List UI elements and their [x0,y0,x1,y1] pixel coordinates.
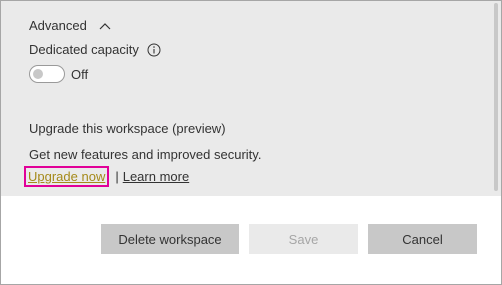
delete-workspace-button[interactable]: Delete workspace [101,224,239,254]
chevron-up-icon [99,22,111,29]
dedicated-capacity-toggle-row: Off [29,65,88,83]
advanced-label: Advanced [29,18,87,33]
workspace-settings-panel: Advanced Dedicated capacity Off Upgrade … [0,0,502,285]
scrollbar-thumb[interactable] [494,3,498,191]
upgrade-links: Upgrade now | Learn more [24,166,189,187]
advanced-toggle[interactable]: Advanced [29,18,111,33]
cancel-button[interactable]: Cancel [368,224,477,254]
upgrade-description: Get new features and improved security. [29,147,262,162]
toggle-knob [33,69,43,79]
dedicated-capacity-toggle[interactable] [29,65,65,83]
save-button[interactable]: Save [249,224,358,254]
upgrade-section-title: Upgrade this workspace (preview) [29,121,226,136]
toggle-state-label: Off [71,66,89,82]
upgrade-now-link[interactable]: Upgrade now [28,169,105,184]
link-separator: | [115,169,119,184]
dedicated-capacity-row: Dedicated capacity [29,42,161,57]
learn-more-link[interactable]: Learn more [123,169,189,184]
info-icon[interactable] [147,43,161,57]
upgrade-link-highlight: Upgrade now [24,166,110,187]
dedicated-capacity-label: Dedicated capacity [29,42,139,57]
